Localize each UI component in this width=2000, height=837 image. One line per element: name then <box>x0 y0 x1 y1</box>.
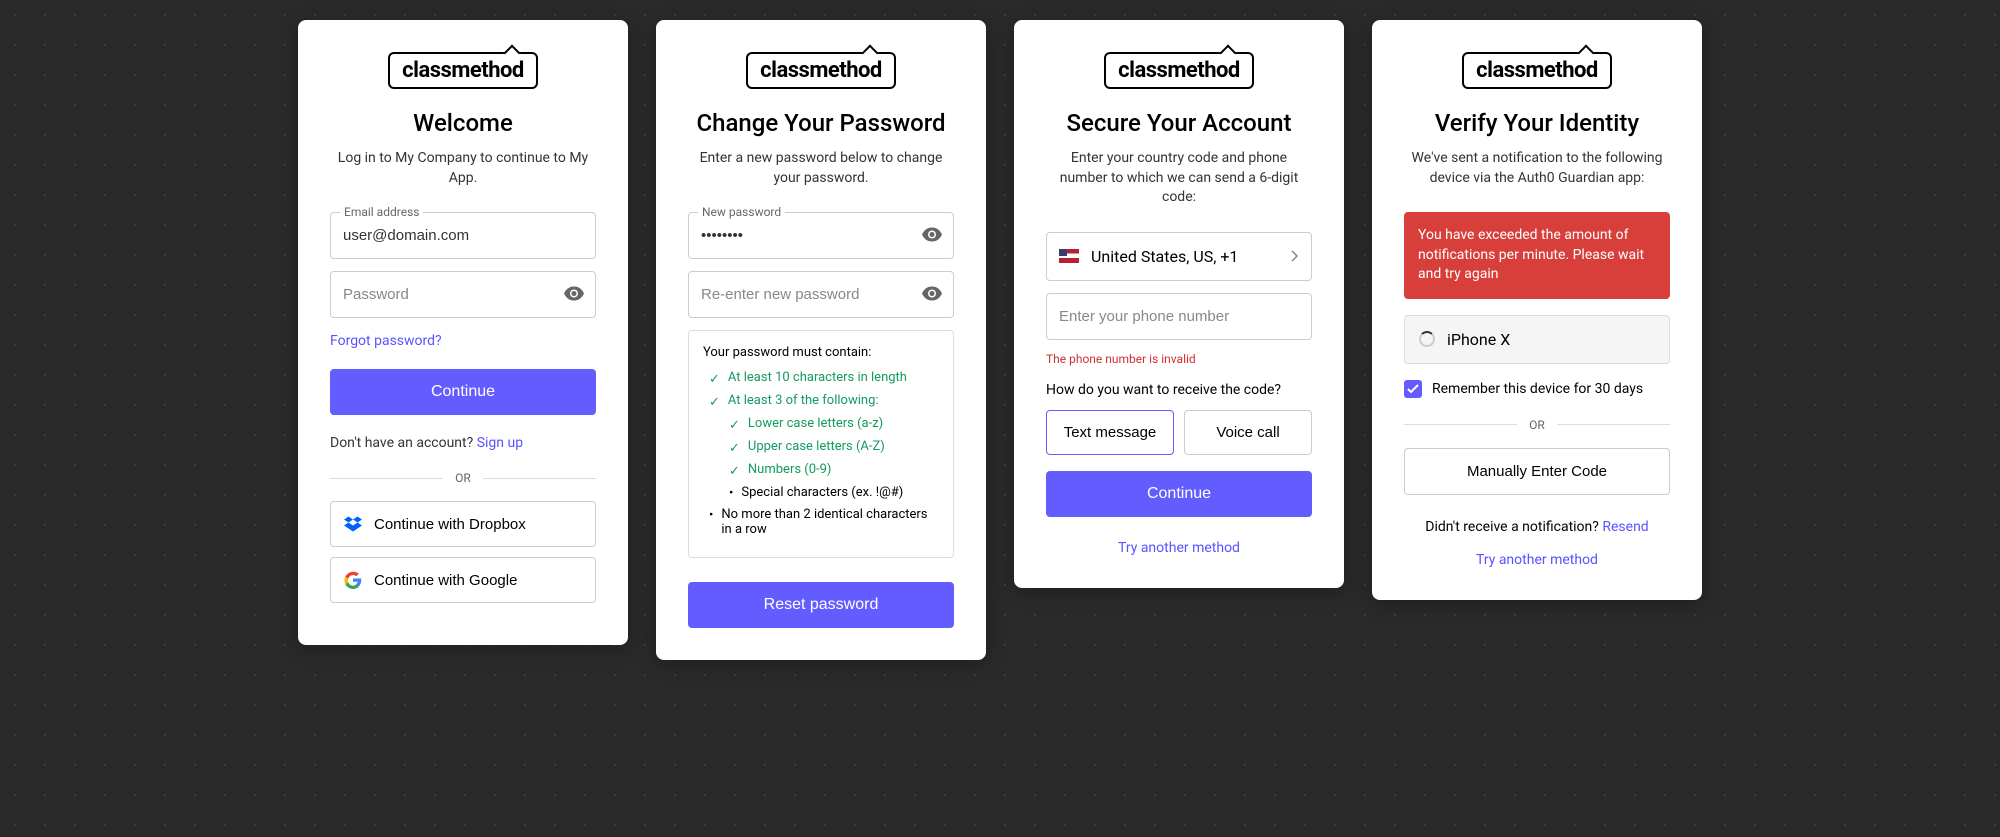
device-name: iPhone X <box>1447 330 1510 349</box>
or-divider: OR <box>1404 418 1670 432</box>
rule-three-of: ✓ At least 3 of the following: <box>703 393 939 410</box>
google-icon <box>344 571 362 589</box>
eye-icon[interactable] <box>564 285 584 304</box>
country-select[interactable]: United States, US, +1 <box>1046 232 1312 281</box>
dropbox-button[interactable]: Continue with Dropbox <box>330 501 596 547</box>
voice-call-button[interactable]: Voice call <box>1184 410 1312 455</box>
password-card: classmethod Change Your Password Enter a… <box>656 20 986 660</box>
try-another-link[interactable]: Try another method <box>1476 552 1598 568</box>
check-icon: ✓ <box>729 441 740 456</box>
remember-checkbox[interactable] <box>1404 380 1422 398</box>
rule-lowercase: ✓ Lower case letters (a-z) <box>703 416 939 433</box>
bullet-icon: • <box>709 508 713 523</box>
resend-link[interactable]: Resend <box>1602 519 1648 535</box>
remember-label: Remember this device for 30 days <box>1432 381 1643 397</box>
check-icon: ✓ <box>729 464 740 479</box>
chevron-right-icon <box>1291 247 1299 266</box>
flag-us-icon <box>1059 249 1079 263</box>
logo-container: classmethod <box>1404 52 1670 89</box>
dropbox-label: Continue with Dropbox <box>374 516 526 533</box>
rule-identical: • No more than 2 identical characters in… <box>703 507 939 537</box>
check-icon: ✓ <box>729 418 740 433</box>
brand-logo: classmethod <box>1462 52 1612 89</box>
verify-title: Verify Your Identity <box>1404 109 1670 137</box>
secure-subtitle: Enter your country code and phone number… <box>1046 149 1312 208</box>
device-box: iPhone X <box>1404 315 1670 364</box>
rule-numbers: ✓ Numbers (0-9) <box>703 462 939 479</box>
password-group <box>330 271 596 318</box>
eye-icon[interactable] <box>922 285 942 304</box>
spinner-icon <box>1419 331 1435 347</box>
google-label: Continue with Google <box>374 572 517 589</box>
no-notif-text: Didn't receive a notification? <box>1425 519 1599 535</box>
password-subtitle: Enter a new password below to change you… <box>688 149 954 188</box>
new-password-group: New password <box>688 212 954 259</box>
brand-logo: classmethod <box>1104 52 1254 89</box>
rules-title: Your password must contain: <box>703 345 939 360</box>
continue-button[interactable]: Continue <box>1046 471 1312 517</box>
check-icon: ✓ <box>709 372 720 387</box>
phone-field[interactable] <box>1046 293 1312 340</box>
verify-subtitle: We've sent a notification to the followi… <box>1404 149 1670 188</box>
verify-card: classmethod Verify Your Identity We've s… <box>1372 20 1702 600</box>
logo-container: classmethod <box>330 52 596 89</box>
dropbox-icon <box>344 515 362 533</box>
logo-container: classmethod <box>688 52 954 89</box>
phone-error: The phone number is invalid <box>1046 352 1312 366</box>
forgot-password-link[interactable]: Forgot password? <box>330 333 442 349</box>
reset-password-button[interactable]: Reset password <box>688 582 954 628</box>
receive-label: How do you want to receive the code? <box>1046 382 1312 398</box>
password-rules: Your password must contain: ✓ At least 1… <box>688 330 954 558</box>
method-row: Text message Voice call <box>1046 410 1312 455</box>
forgot-row: Forgot password? <box>330 330 596 349</box>
or-divider: OR <box>330 471 596 485</box>
try-another-link[interactable]: Try another method <box>1118 540 1240 556</box>
phone-group <box>1046 293 1312 340</box>
google-button[interactable]: Continue with Google <box>330 557 596 603</box>
secure-card: classmethod Secure Your Account Enter yo… <box>1014 20 1344 588</box>
confirm-password-group <box>688 271 954 318</box>
signup-row: Don't have an account? Sign up <box>330 435 596 451</box>
login-card: classmethod Welcome Log in to My Company… <box>298 20 628 645</box>
manual-code-button[interactable]: Manually Enter Code <box>1404 448 1670 495</box>
bullet-icon: • <box>729 486 733 501</box>
signup-link[interactable]: Sign up <box>477 435 523 451</box>
check-icon: ✓ <box>709 395 720 410</box>
password-title: Change Your Password <box>688 109 954 137</box>
new-password-label: New password <box>698 205 785 219</box>
try-another-row: Try another method <box>1046 537 1312 556</box>
resend-row: Didn't receive a notification? Resend <box>1404 519 1670 535</box>
rule-uppercase: ✓ Upper case letters (A-Z) <box>703 439 939 456</box>
remember-row: Remember this device for 30 days <box>1404 380 1670 398</box>
secure-title: Secure Your Account <box>1046 109 1312 137</box>
confirm-password-field[interactable] <box>688 271 954 318</box>
email-label: Email address <box>340 205 423 219</box>
continue-button[interactable]: Continue <box>330 369 596 415</box>
new-password-field[interactable] <box>688 212 954 259</box>
brand-logo: classmethod <box>746 52 896 89</box>
brand-logo: classmethod <box>388 52 538 89</box>
try-another-row: Try another method <box>1404 549 1670 568</box>
logo-container: classmethod <box>1046 52 1312 89</box>
email-group: Email address <box>330 212 596 259</box>
login-subtitle: Log in to My Company to continue to My A… <box>330 149 596 188</box>
login-title: Welcome <box>330 109 596 137</box>
text-message-button[interactable]: Text message <box>1046 410 1174 455</box>
email-field[interactable] <box>330 212 596 259</box>
rule-special: • Special characters (ex. !@#) <box>703 485 939 501</box>
no-account-text: Don't have an account? <box>330 435 473 451</box>
eye-icon[interactable] <box>922 226 942 245</box>
rate-limit-alert: You have exceeded the amount of notifica… <box>1404 212 1670 299</box>
rule-length: ✓ At least 10 characters in length <box>703 370 939 387</box>
country-label: United States, US, +1 <box>1091 247 1238 266</box>
password-field[interactable] <box>330 271 596 318</box>
